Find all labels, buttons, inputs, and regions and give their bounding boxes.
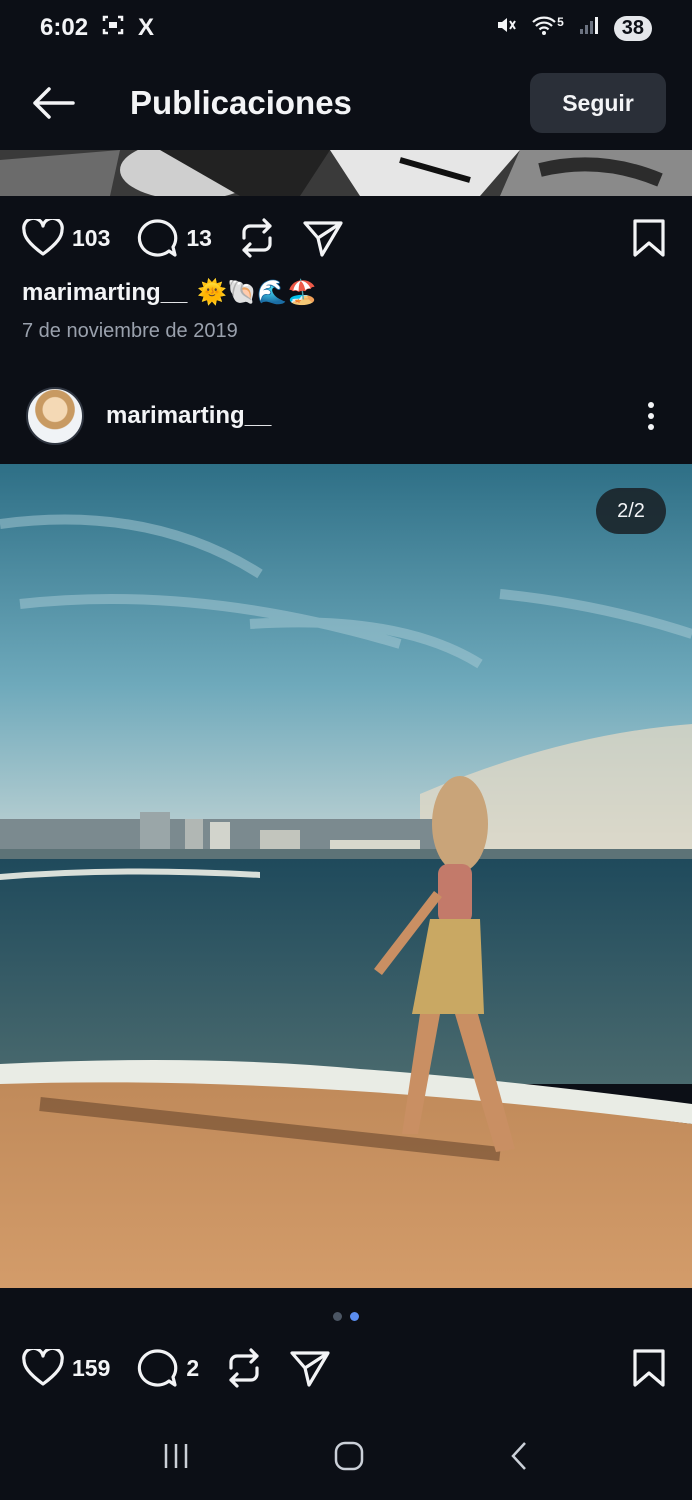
previous-post-image[interactable] <box>0 150 692 196</box>
arrow-left-icon <box>33 87 75 119</box>
status-bar: 6:02 X 5 38 <box>0 0 692 56</box>
save-button[interactable] <box>632 218 666 258</box>
repost-button[interactable] <box>225 1348 263 1388</box>
recents-icon <box>164 1443 188 1468</box>
home-button[interactable] <box>333 1440 365 1477</box>
heart-icon <box>22 1349 64 1386</box>
share-button[interactable] <box>289 1348 331 1388</box>
repost-icon <box>242 218 272 258</box>
like-button[interactable]: 103 <box>22 219 110 257</box>
post-username[interactable]: marimarting__ <box>106 402 636 430</box>
image-counter: 2/2 <box>596 488 666 534</box>
post-date: 7 de noviembre de 2019 <box>22 320 238 342</box>
comment-count: 13 <box>186 224 212 251</box>
post-photo[interactable] <box>0 464 692 1288</box>
follow-button[interactable]: Seguir <box>530 73 666 133</box>
recent-apps-button[interactable] <box>161 1441 191 1476</box>
post-header: marimarting__ <box>26 387 666 445</box>
send-icon <box>290 1351 330 1387</box>
repost-button[interactable] <box>238 218 276 258</box>
comment-count: 2 <box>186 1354 200 1381</box>
like-button[interactable]: 159 <box>22 1349 110 1387</box>
mute-icon <box>495 14 517 43</box>
more-options-button[interactable] <box>636 401 666 431</box>
system-back-button[interactable] <box>507 1440 531 1477</box>
system-nav-bar <box>0 1416 692 1500</box>
share-button[interactable] <box>302 218 344 258</box>
previous-post-actions: 103 13 <box>22 208 670 268</box>
bookmark-icon <box>633 1349 665 1387</box>
wifi-icon <box>531 14 557 43</box>
more-vertical-icon <box>648 402 654 430</box>
post-actions: 159 2 <box>22 1338 670 1398</box>
heart-icon <box>22 219 64 256</box>
save-button[interactable] <box>632 1348 666 1388</box>
back-button[interactable] <box>26 76 80 130</box>
post-caption: marimarting__ 🌞🐚🌊🏖️ <box>22 278 317 307</box>
comment-button[interactable]: 2 <box>136 1348 199 1388</box>
caption-emojis: 🌞🐚🌊🏖️ <box>197 279 317 306</box>
page-title: Publicaciones <box>130 84 352 121</box>
comment-icon <box>138 219 178 257</box>
comment-icon <box>138 1349 178 1387</box>
carousel-dots <box>0 1312 692 1321</box>
comment-button[interactable]: 13 <box>136 218 212 258</box>
x-app-icon: X <box>138 14 155 41</box>
signal-icon <box>578 14 600 43</box>
bookmark-icon <box>633 219 665 257</box>
chevron-left-icon <box>511 1441 526 1470</box>
home-icon <box>334 1441 364 1470</box>
repost-icon <box>229 1348 259 1388</box>
carousel-dot[interactable] <box>333 1312 342 1321</box>
network-label: 5 <box>557 15 564 29</box>
send-icon <box>303 221 343 257</box>
like-count: 159 <box>72 1354 111 1381</box>
screenshot-icon <box>102 14 124 43</box>
carousel-dot-active[interactable] <box>350 1312 359 1321</box>
like-count: 103 <box>72 224 111 251</box>
avatar[interactable] <box>26 387 84 445</box>
caption-username[interactable]: marimarting__ <box>22 279 187 307</box>
battery-badge: 38 <box>613 15 652 41</box>
status-time: 6:02 <box>40 14 89 41</box>
top-app-bar: Publicaciones Seguir <box>0 60 692 146</box>
